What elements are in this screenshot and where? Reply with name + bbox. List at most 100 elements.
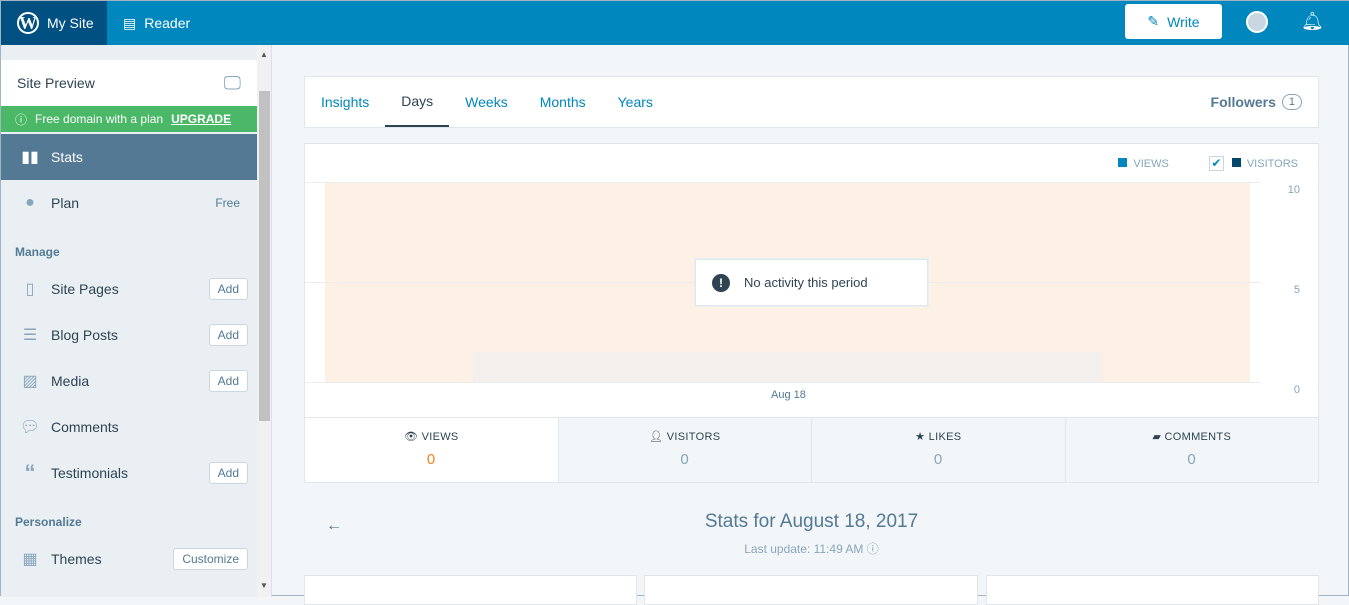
add-media-button[interactable]: Add [208, 370, 248, 392]
quote-icon: “ [24, 460, 36, 485]
chart-legend: VIEWS ✔ VISITORS [1118, 156, 1298, 171]
add-post-button[interactable]: Add [208, 324, 248, 346]
stats-icon: ▮▮ [21, 149, 39, 166]
tab-days[interactable]: Days [385, 77, 450, 127]
add-page-button[interactable]: Add [208, 278, 248, 300]
sidebar-item-plan[interactable]: ● Plan Free [1, 180, 257, 226]
upgrade-nudge[interactable]: ⓘ Free domain with a plan UPGRADE [1, 106, 257, 132]
sidebar-item-label: Testimonials [51, 465, 129, 481]
stats-period-tabs: Insights Days Weeks Months Years Followe… [304, 76, 1319, 128]
views-swatch [1118, 157, 1128, 167]
scroll-up-icon[interactable]: ▲ [260, 50, 268, 59]
legend-label: VISITORS [1246, 158, 1298, 170]
y-tick: 5 [1293, 284, 1300, 296]
y-tick: 0 [1293, 384, 1300, 396]
themes-icon: ▦ [22, 551, 38, 568]
sidebar-item-label: Media [51, 373, 90, 389]
sidebar-item-label: Comments [51, 419, 119, 435]
person-icon: 👤︎ [649, 431, 664, 443]
reader-label: Reader [144, 15, 191, 31]
legend-label: VIEWS [1133, 157, 1169, 170]
sidebar-item-comments[interactable]: 💬︎ Comments [1, 404, 257, 450]
star-icon: ★ [915, 431, 926, 443]
sidebar-item-label: Plan [51, 195, 80, 211]
tile-label: LIKES [928, 431, 962, 443]
plan-value: Free [215, 196, 240, 210]
comment-icon: ▰ [1152, 431, 1162, 443]
image-icon: ▨ [22, 373, 38, 390]
scroll-down-icon[interactable]: ▼ [260, 581, 268, 590]
sidebar-scrollbar[interactable]: ▲ ▼ [257, 45, 272, 597]
info-icon: ⓘ [15, 112, 28, 127]
tile-value: 0 [1187, 451, 1197, 468]
scroll-thumb[interactable] [259, 91, 270, 421]
empty-message: No activity this period [744, 275, 868, 290]
my-site-button[interactable]: W My Site [1, 1, 107, 45]
tab-years[interactable]: Years [602, 77, 669, 127]
summary-tabs: 👁︎ VIEWS 0 👤︎ VISITORS 0 ★ LIKES 0 ▰ COMMEN… [305, 417, 1318, 482]
masterbar: W My Site ▤ Reader ✎ Write 🔔︎ [1, 1, 1349, 45]
stats-chart: VIEWS ✔ VISITORS 10 5 0 Aug 18 ! No activi… [304, 143, 1319, 483]
write-label: Write [1167, 13, 1200, 30]
stats-card [304, 575, 637, 605]
promo-text: Free domain with a plan [35, 112, 164, 126]
legend-views: VIEWS [1118, 157, 1169, 170]
tab-views[interactable]: 👁︎ VIEWS 0 [305, 418, 558, 482]
tab-visitors[interactable]: 👤︎ VISITORS 0 [557, 418, 811, 482]
customize-button[interactable]: Customize [173, 548, 248, 570]
tab-weeks[interactable]: Weeks [449, 77, 524, 127]
tile-label: COMMENTS [1164, 431, 1232, 443]
manage-heading: Manage [15, 245, 60, 259]
alert-icon: ! [712, 273, 730, 292]
sidebar-item-label: Stats [51, 149, 83, 165]
reader-button[interactable]: ▤ Reader [123, 1, 190, 45]
site-preview[interactable]: Site Preview 🖵 [1, 60, 257, 106]
sidebar-item-blog-posts[interactable]: ☰ Blog Posts Add [1, 312, 257, 358]
followers-link[interactable]: Followers 1 [1211, 77, 1318, 127]
tile-label: VISITORS [666, 431, 721, 443]
tile-value: 0 [426, 451, 436, 468]
wordpress-logo-icon: W [17, 12, 39, 34]
sidebar-item-label: Themes [51, 551, 102, 567]
tab-comments[interactable]: ▰ COMMENTS 0 [1064, 418, 1318, 482]
last-update: Last update: 11:49 AM ⓘ [304, 540, 1319, 557]
tab-insights[interactable]: Insights [305, 77, 385, 127]
add-testimonial-button[interactable]: Add [208, 462, 248, 484]
my-site-label: My Site [47, 15, 94, 31]
posts-icon: ☰ [22, 327, 38, 344]
bar-aug-18[interactable] [473, 352, 1103, 382]
legend-visitors[interactable]: ✔ VISITORS [1179, 156, 1298, 171]
stats-card [986, 575, 1319, 605]
sidebar-item-media[interactable]: ▨ Media Add [1, 358, 257, 404]
reader-icon: ▤ [123, 14, 137, 31]
eye-icon: 👁︎ [403, 431, 419, 443]
write-button[interactable]: ✎ Write [1125, 4, 1222, 39]
period-title: Stats for August 18, 2017 [704, 511, 919, 532]
followers-count: 1 [1281, 94, 1302, 110]
visitors-swatch [1231, 158, 1241, 167]
visitors-checkbox[interactable]: ✔ [1208, 156, 1224, 171]
sidebar-item-themes[interactable]: ▦ Themes Customize [1, 536, 257, 582]
site-preview-label: Site Preview [17, 75, 95, 91]
tab-likes[interactable]: ★ LIKES 0 [811, 418, 1065, 482]
gridline [305, 182, 1260, 183]
plan-icon: ● [25, 194, 35, 211]
sidebar-item-testimonials[interactable]: “ Testimonials Add [1, 450, 257, 496]
monitor-icon: 🖵 [223, 72, 241, 93]
tab-months[interactable]: Months [524, 77, 602, 127]
upgrade-link[interactable]: UPGRADE [171, 112, 231, 126]
avatar[interactable] [1246, 11, 1268, 33]
info-icon[interactable]: ⓘ [867, 542, 879, 556]
sidebar-item-site-pages[interactable]: ▯ Site Pages Add [1, 266, 257, 312]
tile-value: 0 [680, 451, 690, 468]
tile-value: 0 [933, 451, 943, 468]
gridline [305, 382, 1260, 383]
tile-label: VIEWS [421, 431, 459, 443]
y-tick: 10 [1287, 184, 1300, 196]
sidebar-item-label: Site Pages [51, 281, 119, 297]
page-icon: ▯ [25, 281, 35, 298]
empty-notice: ! No activity this period [695, 259, 928, 306]
sidebar-item-stats[interactable]: ▮▮ Stats [1, 134, 257, 180]
sidebar-item-label: Blog Posts [51, 327, 118, 343]
notifications-icon[interactable]: 🔔︎ [1301, 11, 1324, 32]
